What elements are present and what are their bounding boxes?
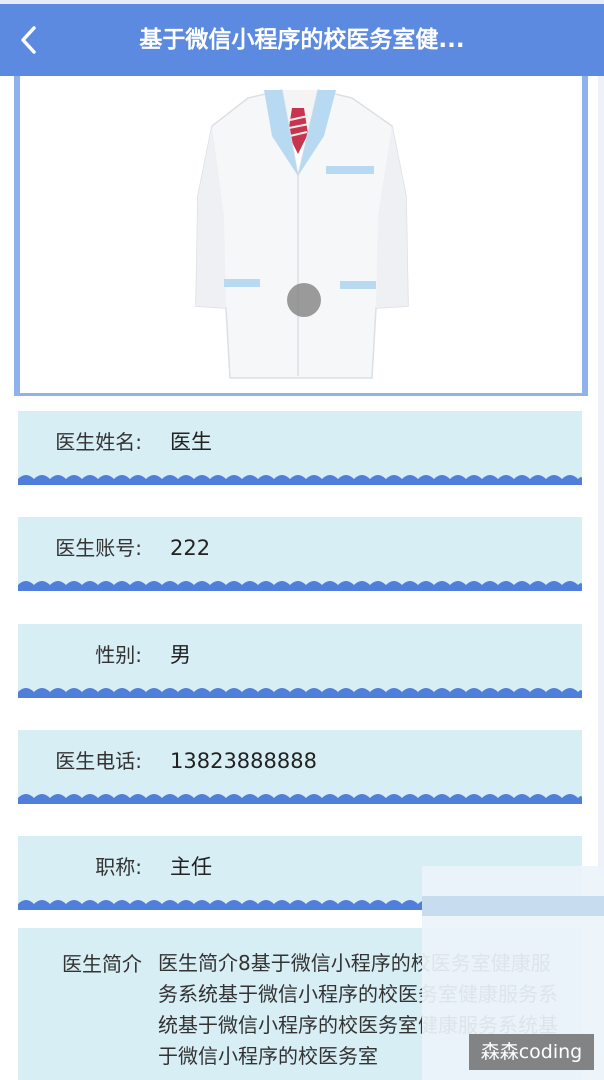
field-value: 男 [170, 643, 191, 667]
field-value: 13823888888 [170, 749, 317, 773]
field-row-phone: 医生电话: 13823888888 [18, 730, 582, 804]
status-line [0, 0, 604, 4]
field-label: 职称: [95, 855, 142, 879]
field-row-account: 医生账号: 222 [18, 517, 582, 591]
field-value: 医生 [170, 430, 212, 454]
wave-divider [18, 688, 582, 698]
watermark: 森森coding [469, 1034, 594, 1070]
field-value: 主任 [170, 855, 212, 879]
back-button[interactable] [12, 20, 48, 60]
doctor-photo [14, 76, 588, 396]
field-label: 医生电话: [55, 749, 142, 773]
field-label: 性别: [95, 643, 142, 667]
page: 基于微信小程序的校医务室健... 医生姓名: 医生 医生账号: 222 性别: … [0, 0, 604, 1080]
chevron-left-icon [21, 26, 36, 54]
field-row-name: 医生姓名: 医生 [18, 411, 582, 485]
wave-divider [18, 794, 582, 804]
field-row-gender: 性别: 男 [18, 624, 582, 698]
page-title: 基于微信小程序的校医务室健... [139, 27, 465, 53]
wave-divider [18, 581, 582, 591]
intro-label: 医生简介 [62, 952, 142, 976]
navbar: 基于微信小程序的校医务室健... [0, 0, 604, 76]
wave-divider [18, 475, 582, 485]
field-label: 医生账号: [55, 536, 142, 560]
field-value: 222 [170, 536, 211, 560]
scroll-strip [598, 76, 604, 876]
blurred-stripe [422, 896, 604, 916]
doctor-coat-image [195, 89, 409, 379]
field-label: 医生姓名: [55, 430, 142, 454]
